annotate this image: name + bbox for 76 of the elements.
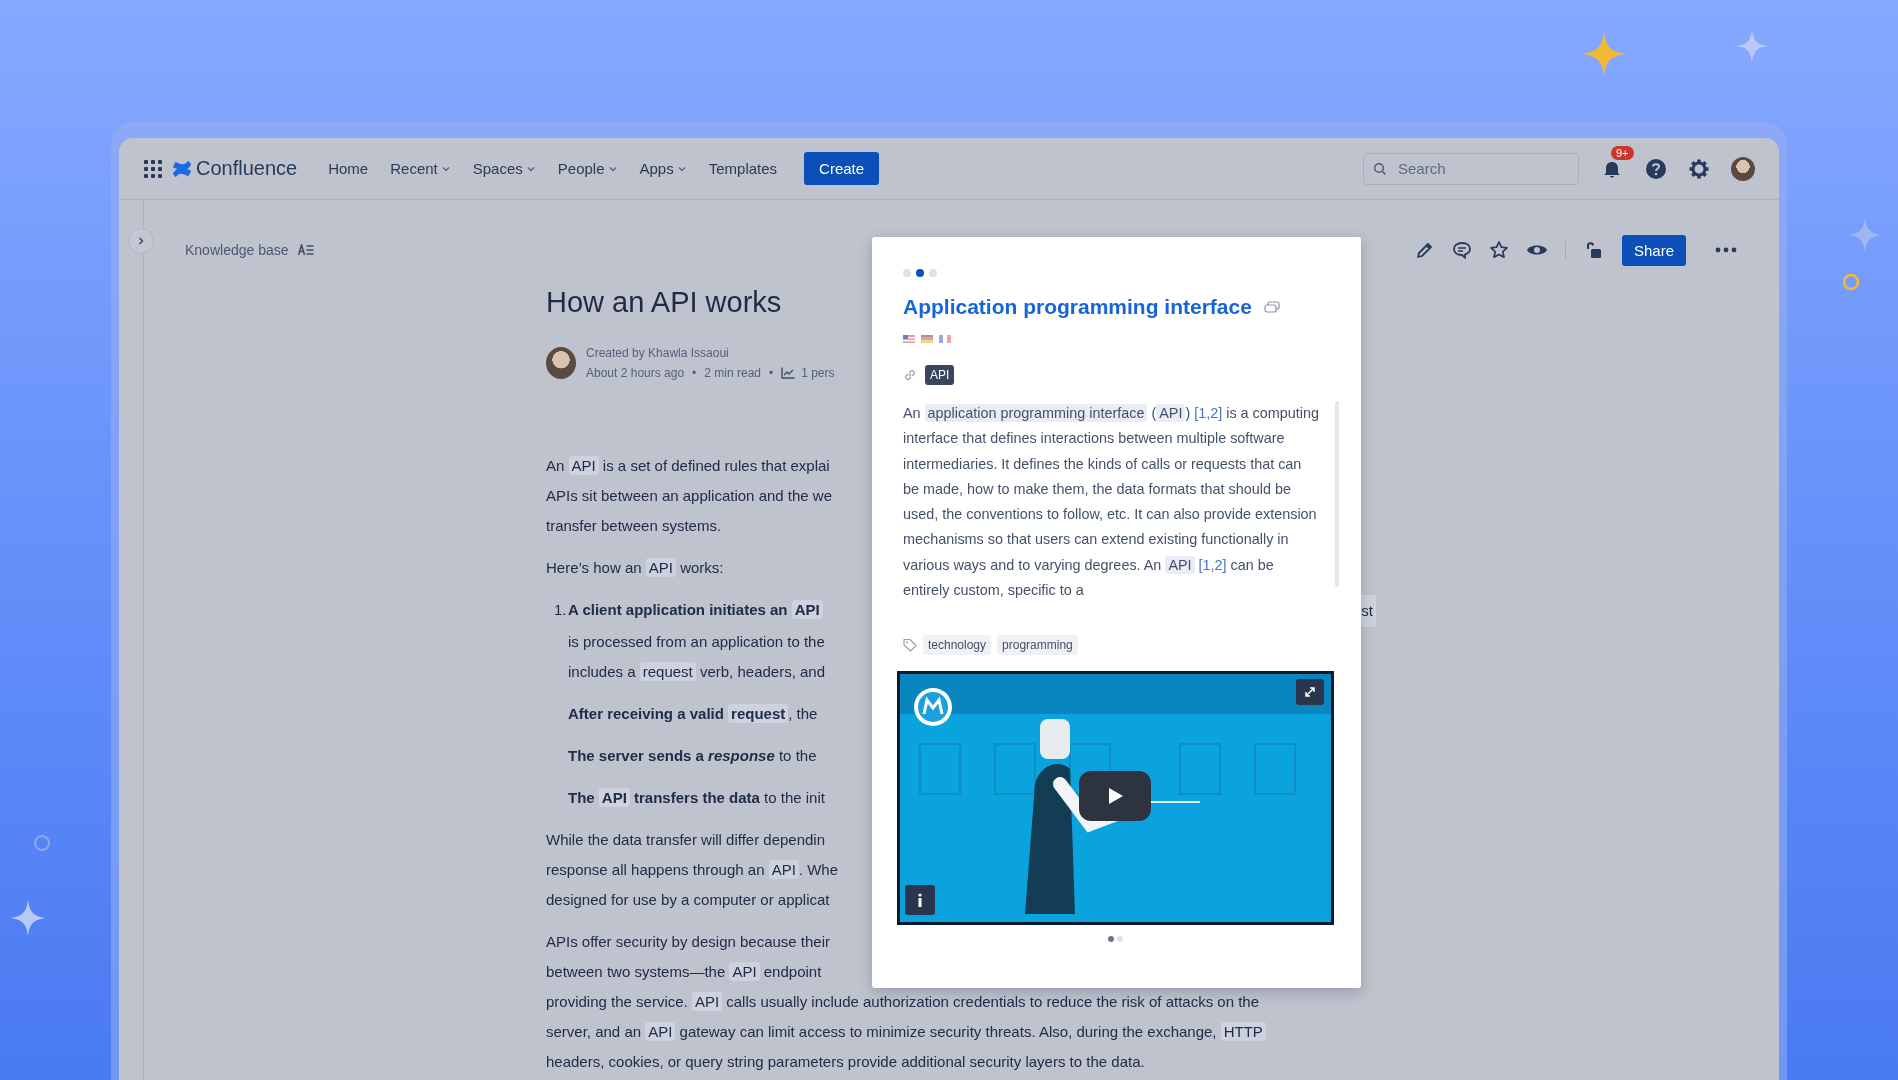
nav-menu-item[interactable]: Apps xyxy=(630,154,696,183)
abbreviation-tag: API xyxy=(925,365,955,385)
page-title: How an API works xyxy=(546,285,782,320)
product-name[interactable]: Confluence xyxy=(196,157,298,180)
carousel-dot[interactable] xyxy=(1108,936,1114,942)
text-line: APIs sit between an application and the we xyxy=(546,486,833,506)
text-line: The API transfers the data to the init xyxy=(568,787,825,809)
text-line: response all happens through an API . Whe xyxy=(546,859,839,881)
info-icon xyxy=(917,893,923,907)
text-line: server, and an API gateway can limit access to minimize security threats. Also, during the exchange, HTTP xyxy=(546,1017,1266,1047)
text-format-icon[interactable] xyxy=(297,244,314,256)
more-icon[interactable] xyxy=(1715,247,1737,253)
nav-menu-item[interactable]: Templates xyxy=(699,154,787,183)
carousel-dot[interactable] xyxy=(929,269,937,277)
author-avatar xyxy=(546,347,576,379)
star-icon[interactable] xyxy=(1488,240,1509,260)
carousel-dot[interactable] xyxy=(916,269,924,277)
settings-icon[interactable] xyxy=(1688,157,1710,180)
sparkle-icon xyxy=(1582,32,1626,76)
text-line: transfer between systems. xyxy=(546,516,722,536)
nav-menu-item[interactable]: Home xyxy=(319,154,378,183)
text-line: between two systems—the API endpoint xyxy=(546,961,822,983)
ring-icon xyxy=(32,833,52,853)
nav-menu-item[interactable]: Spaces xyxy=(463,154,545,183)
flag-icon[interactable] xyxy=(903,335,915,343)
text-line: Here’s how an API works: xyxy=(546,557,724,579)
play-button[interactable] xyxy=(1079,771,1151,821)
label-tag[interactable]: programming xyxy=(997,635,1078,655)
text-line: A client application initiates an API xyxy=(568,595,823,627)
text-line: providing the service. API calls usually include authorization credentials to reduce the risk of attacks on the xyxy=(546,991,1260,1013)
comment-icon[interactable] xyxy=(1451,240,1472,260)
tag-icon xyxy=(903,638,917,652)
carousel-dot[interactable] xyxy=(903,269,911,277)
text-line: The server sends a response to the xyxy=(568,746,817,766)
separator-dot: • xyxy=(692,365,697,382)
avatar[interactable] xyxy=(1731,156,1755,181)
info-button[interactable] xyxy=(905,885,935,915)
text-line: designed for use by a computer or applicat xyxy=(546,890,830,910)
search-field[interactable]: Search xyxy=(1363,152,1579,185)
definition-text: An application programming interface ( API ) [1,2] is a computing interface that defines interactions between multiple software intermediaries. It defines the kinds of calls or requests that can be made, how to make them, the data formats that should be used, the conventions to follow, etc. It can also provide extension mechanisms so that users can extend existing functionally in various ways and to varying degrees. An API [1,2] can be entirely custom, specific to a xyxy=(903,403,1320,601)
help-icon[interactable] xyxy=(1645,157,1667,180)
notification-badge: 9+ xyxy=(1611,145,1634,160)
sparkle-icon xyxy=(10,900,46,936)
fullscreen-button[interactable] xyxy=(1296,679,1324,705)
search-icon xyxy=(1373,161,1387,176)
label-tag[interactable]: technology xyxy=(923,635,992,655)
carousel-dot[interactable] xyxy=(1117,936,1123,942)
chevron-right-icon xyxy=(136,236,146,246)
sparkle-icon xyxy=(1848,218,1882,252)
page-meta-text: 2 min read xyxy=(704,365,761,382)
text-line: After receiving a valid request , the xyxy=(568,703,818,725)
list-number: 1. xyxy=(554,600,568,620)
text-line: An API is a set of defined rules that explai xyxy=(546,455,830,477)
link-icon[interactable] xyxy=(903,368,917,382)
ring-icon xyxy=(1841,272,1861,292)
page-meta-text: About 2 hours ago xyxy=(586,365,685,382)
text-line: While the data transfer will differ dependin xyxy=(546,830,826,850)
analytics-icon[interactable] xyxy=(781,367,796,379)
sparkle-icon xyxy=(1736,30,1768,62)
copy-icon[interactable] xyxy=(1263,301,1280,313)
popup-title[interactable]: Application programming interface xyxy=(903,292,1252,322)
nav-menu-item[interactable]: People xyxy=(548,154,627,183)
text-line: headers, cookies, or query string parameters provide additional security layers to the data. xyxy=(546,1052,1145,1072)
app-switcher-icon[interactable] xyxy=(143,158,163,179)
text-line: is processed from an application to the xyxy=(568,632,825,652)
pencil-icon[interactable] xyxy=(1414,240,1435,260)
author-byline: Created by Khawla Issaoui xyxy=(586,345,730,362)
nav-menu-item[interactable]: Recent xyxy=(381,154,460,183)
create-button[interactable]: Create xyxy=(804,152,880,185)
share-button[interactable]: Share xyxy=(1621,234,1686,266)
separator-dot: • xyxy=(769,365,774,382)
breadcrumb-link[interactable]: Knowledge base xyxy=(185,242,289,258)
view-count[interactable]: 1 pers xyxy=(801,363,835,383)
text-line: APIs offer security by design because their xyxy=(546,932,831,952)
expand-icon xyxy=(1304,686,1316,698)
text-line: includes a request verb, headers, and xyxy=(568,661,826,683)
